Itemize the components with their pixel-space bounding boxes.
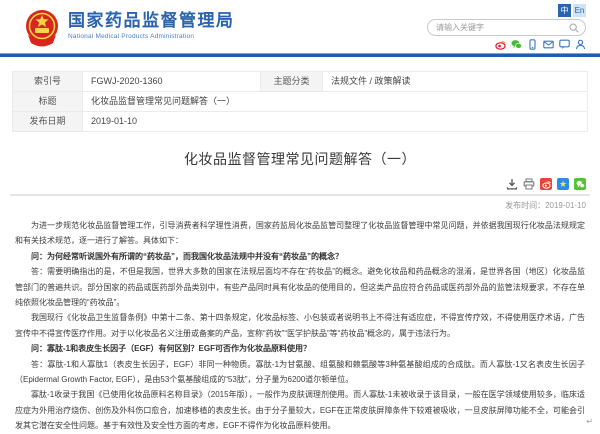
document-meta-table: 索引号 FGWJ-2020-1360 主题分类 法规文件 / 政策解读 标题 化… [12, 71, 588, 132]
paragraph-answer-2b: 寡肽-1收录于我国《已使用化妆品原料名称目录》（2015年版），一般作为皮肤调理… [15, 387, 585, 433]
meta-value-index: FGWJ-2020-1360 [83, 72, 261, 91]
meta-label-index: 索引号 [13, 72, 83, 91]
wechat-icon[interactable] [511, 39, 522, 50]
meta-label-pubdate: 发布日期 [13, 111, 83, 131]
meta-value-category: 法规文件 / 政策解读 [323, 72, 587, 91]
header-divider-line [0, 53, 600, 57]
paragraph-answer-1a: 答：需要明确指出的是，不但是我国，世界大多数的国家在法规层面均不存在“药妆品”的… [15, 264, 585, 310]
publish-time: 发布时间：2019-01-10 [0, 196, 600, 211]
article-body: 为进一步规范化妆品监督管理工作，引导消费者科学理性消费，国家药监局化妆品监管司整… [0, 211, 600, 434]
article-title: 化妆品监督管理常见问题解答（一） [0, 149, 600, 169]
paragraph-question-2: 问：寡肽-1和表皮生长因子（EGF）有何区别？EGF可否作为化妆品原料使用？ [15, 341, 585, 356]
print-icon[interactable] [523, 178, 535, 190]
social-links [495, 39, 586, 50]
site-search [427, 19, 586, 36]
language-toggle: 中 En [558, 4, 586, 17]
site-header: 国家药品监督管理局 National Medical Products Admi… [0, 0, 600, 57]
mail-icon[interactable] [543, 39, 554, 50]
article-toolbar: ★ [14, 177, 586, 191]
agency-name-link[interactable]: 国家药品监督管理局 National Medical Products Admi… [68, 11, 235, 40]
lang-en-button[interactable]: En [573, 4, 586, 17]
user-icon[interactable] [575, 39, 586, 50]
national-emblem-logo[interactable] [24, 7, 60, 49]
paragraph-mark: ↵ [586, 417, 593, 426]
comment-icon[interactable] [559, 39, 570, 50]
share-wechat-icon[interactable] [574, 178, 586, 190]
weibo-icon[interactable] [495, 39, 506, 50]
agency-name-cn: 国家药品监督管理局 [68, 11, 235, 31]
meta-value-pubdate: 2019-01-10 [83, 111, 587, 131]
paragraph-answer-2a: 答：寡肽-1和人寡肽1（表皮生长因子，EGF）非同一种物质。寡肽-1为甘氨酸、组… [15, 357, 585, 388]
paragraph-intro: 为进一步规范化妆品监督管理工作，引导消费者科学理性消费，国家药监局化妆品监管司整… [15, 218, 585, 249]
agency-name-en: National Medical Products Administration [68, 33, 235, 40]
lang-zh-button[interactable]: 中 [558, 4, 571, 17]
search-input[interactable] [434, 22, 569, 33]
favorite-star-icon[interactable]: ★ [557, 178, 569, 190]
meta-value-title: 化妆品监督管理常见问题解答（一） [83, 91, 587, 111]
search-icon[interactable] [569, 23, 579, 33]
share-weibo-icon[interactable] [540, 178, 552, 190]
paragraph-answer-1b: 我国现行《化妆品卫生监督条例》中第十二条、第十四条规定，化妆品标签、小包装或者说… [15, 310, 585, 341]
mobile-icon[interactable] [527, 39, 538, 50]
meta-label-category: 主题分类 [261, 72, 323, 91]
paragraph-question-1: 问：为何经常听说国外有所谓的“药妆品”，而我国化妆品法规中并没有“药妆品”的概念… [15, 249, 585, 264]
meta-label-title: 标题 [13, 91, 83, 111]
download-icon[interactable] [506, 178, 518, 190]
